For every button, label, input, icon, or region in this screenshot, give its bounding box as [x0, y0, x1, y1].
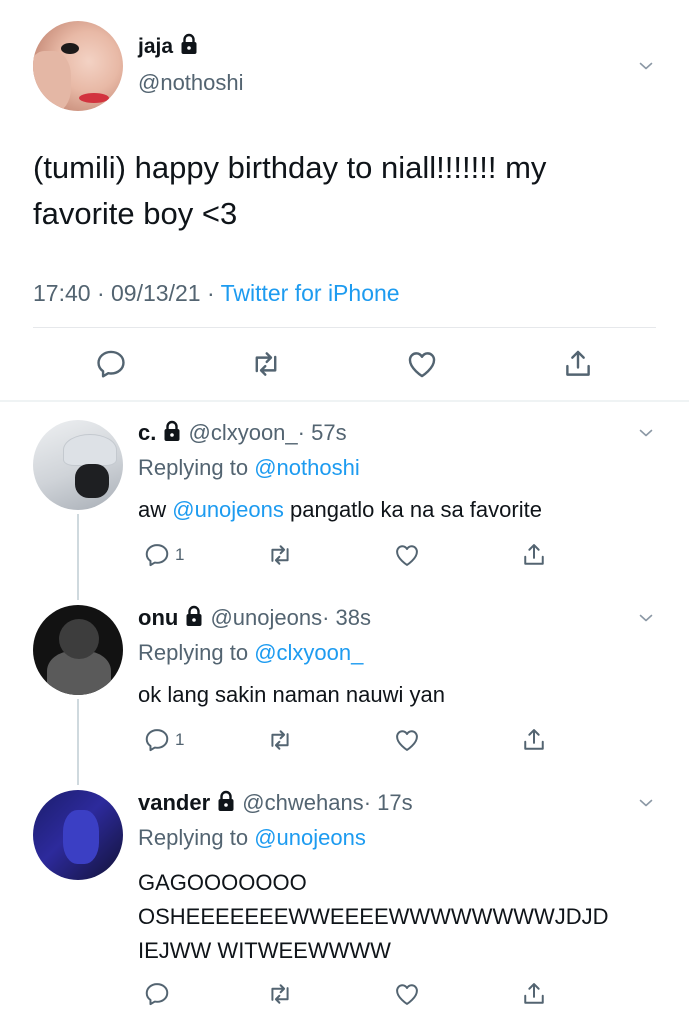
share-icon[interactable] [561, 347, 595, 381]
tweet-text: (tumili) happy birthday to niall!!!!!!! … [33, 145, 546, 237]
reply-text: ok lang sakin naman nauwi yan [138, 682, 445, 707]
reply-icon[interactable] [143, 980, 171, 1008]
lock-icon [216, 790, 236, 812]
replying-to: Replying to @unojeons [138, 825, 366, 851]
chevron-down-icon[interactable] [639, 611, 653, 625]
retweet-icon[interactable] [266, 541, 294, 569]
share-icon[interactable] [520, 726, 548, 754]
replying-to-label: Replying to [138, 455, 249, 480]
author-name[interactable]: jaja [138, 33, 199, 59]
heart-icon[interactable] [393, 980, 421, 1008]
tweet-meta: 17:40 · 09/13/21 · Twitter for iPhone [33, 280, 400, 307]
avatar-figure [63, 810, 99, 864]
reply-text-part: pangatlo ka na sa favorite [283, 497, 542, 522]
lock-icon [184, 605, 204, 627]
reply-author-name[interactable]: c. [138, 420, 156, 445]
reply-text-line: GAGOOOOOOO [138, 870, 307, 895]
mention-link[interactable]: @nothoshi [254, 455, 360, 480]
avatar[interactable] [33, 790, 123, 880]
retweet-icon[interactable] [266, 980, 294, 1008]
thread-line [77, 699, 79, 785]
replying-to: Replying to @clxyoon_ [138, 640, 363, 666]
tweet-source-link[interactable]: Twitter for iPhone [221, 280, 400, 306]
reply-author-name[interactable]: vander [138, 790, 210, 815]
reply-icon [143, 726, 171, 754]
reply-author-handle[interactable]: @clxyoon_ [188, 420, 297, 445]
meta-separator: · [206, 280, 215, 306]
chevron-down-icon[interactable] [639, 426, 653, 440]
avatar[interactable] [33, 605, 123, 695]
lock-icon [179, 33, 199, 55]
reply-header: c. @clxyoon_· 57s [138, 420, 347, 446]
avatar-eye [61, 43, 79, 54]
author-name-text: jaja [138, 35, 174, 58]
reply-age: · 38s [322, 605, 372, 630]
avatar-hand [33, 51, 71, 111]
reply-header: vander @chwehans· 17s [138, 790, 413, 816]
share-icon[interactable] [520, 541, 548, 569]
replying-to: Replying to @nothoshi [138, 455, 360, 481]
reply-action[interactable]: 1 [143, 541, 184, 569]
reply-age: · 17s [363, 790, 413, 815]
avatar-mask [75, 464, 109, 498]
reply-text-line: IEJWW WITWEEWWWW [138, 938, 391, 963]
reply-header: onu @unojeons· 38s [138, 605, 371, 631]
reply-text: GAGOOOOOOO OSHEEEEEEEWWEEEEWWWWWWWWJDJD … [138, 866, 609, 968]
replying-to-label: Replying to [138, 640, 249, 665]
replying-to-label: Replying to [138, 825, 249, 850]
tweet-date: 09/13/21 [111, 280, 201, 306]
reply-text-part: aw [138, 497, 173, 522]
tweet-text-line: (tumili) happy birthday to niall!!!!!!! … [33, 150, 547, 185]
reply-text-line: OSHEEEEEEEWWEEEEWWWWWWWWJDJD [138, 904, 609, 929]
retweet-icon[interactable] [249, 347, 283, 381]
chevron-down-icon[interactable] [639, 59, 653, 73]
reply-text: aw @unojeons pangatlo ka na sa favorite [138, 497, 542, 523]
reply-count: 1 [175, 545, 185, 564]
reply-author-name[interactable]: onu [138, 605, 178, 630]
avatar-head [59, 619, 99, 659]
share-icon[interactable] [520, 980, 548, 1008]
heart-icon[interactable] [405, 347, 439, 381]
retweet-icon[interactable] [266, 726, 294, 754]
heart-icon[interactable] [393, 541, 421, 569]
author-handle[interactable]: @nothoshi [138, 70, 244, 96]
reply-icon[interactable] [94, 347, 128, 381]
mention-link[interactable]: @unojeons [254, 825, 366, 850]
chevron-down-icon[interactable] [639, 796, 653, 810]
avatar[interactable] [33, 420, 123, 510]
lock-icon [162, 420, 182, 442]
avatar-hat [63, 434, 117, 466]
mention-link[interactable]: @clxyoon_ [254, 640, 363, 665]
tweet-time: 17:40 [33, 280, 91, 306]
divider [33, 327, 656, 328]
reply-action[interactable]: 1 [143, 726, 184, 754]
avatar-lips [79, 93, 109, 103]
section-divider [0, 400, 689, 402]
mention-link[interactable]: @unojeons [172, 497, 284, 522]
tweet-text-line: favorite boy <3 [33, 196, 238, 231]
avatar[interactable] [33, 21, 123, 111]
reply-author-handle[interactable]: @unojeons [210, 605, 322, 630]
heart-icon[interactable] [393, 726, 421, 754]
reply-count: 1 [175, 730, 185, 749]
reply-age: · 57s [297, 420, 347, 445]
meta-separator: · [96, 280, 105, 306]
reply-author-handle[interactable]: @chwehans [242, 790, 363, 815]
thread-line [77, 514, 79, 600]
reply-icon [143, 541, 171, 569]
